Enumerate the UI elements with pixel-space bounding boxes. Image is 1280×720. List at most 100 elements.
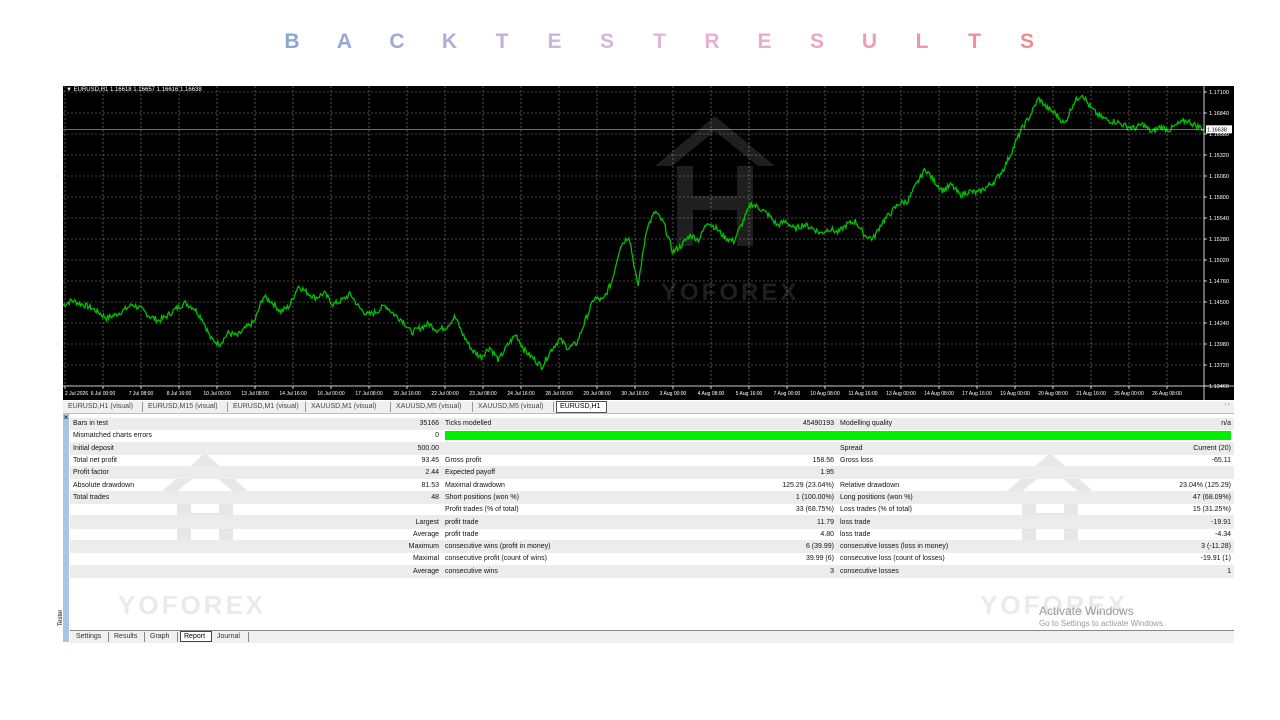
table-cell: Initial deposit [70,442,370,455]
table-cell: Maximal [370,552,442,566]
time-tick-label: 19 Aug 00:00 [1000,391,1030,397]
table-cell: -19.91 [1037,515,1234,529]
table-cell: Maximal drawdown [442,478,682,492]
table-cell [70,552,370,566]
price-tick-label: 1.15800 [1209,195,1229,201]
table-row: Total trades 48 Short positions (won %) 1 (… [70,491,1234,505]
table-cell: 4.80 [682,528,837,541]
table-row: Bars in test 35166 Ticks modelled 45490193 M… [70,418,1234,431]
table-cell: 33 (68.75%) [682,503,837,517]
table-cell: consecutive losses (loss in money) [837,540,1037,554]
time-tick-label: 4 Aug 08:00 [698,391,725,397]
page-title: BACKTESTRESULTS [0,30,1280,58]
table-cell: 0 [370,429,442,443]
title-letter: T [968,30,981,53]
tab-scroll-arrows[interactable]: ‹ › [1224,402,1230,408]
table-cell: profit trade [442,515,682,529]
table-cell: Profit trades (% of total) [442,503,682,517]
table-cell: 1 (100.00%) [682,491,837,505]
time-tick-label: 17 Jul 08:00 [355,391,382,397]
time-tick-label: 14 Jul 16:00 [279,391,306,397]
table-cell: Total trades [70,491,370,505]
tester-tab-graph[interactable]: Graph [147,632,178,642]
chart-watermark-logo-icon: YOFOREX [655,116,796,306]
tester-tab-settings[interactable]: Settings [73,632,109,642]
time-tick-label: 11 Aug 16:00 [848,391,877,397]
table-cell: 3 (-11.28) [1037,540,1234,554]
time-tick-label: 5 Aug 16:00 [736,391,763,397]
table-cell: Bars in test [70,418,370,431]
table-cell [70,565,370,578]
time-tick-label: 17 Aug 16:00 [962,391,992,397]
chart-tab[interactable]: XAUUSD,M5 (visual) [393,402,473,412]
table-cell [70,540,370,554]
time-tick-label: 30 Jul 16:00 [621,391,648,397]
chart-tab[interactable]: XAUUSD,M5 (visual) [475,402,554,412]
chart-tab[interactable]: EURUSD,H1 (visual) [65,402,143,412]
table-cell: 48 [370,491,442,505]
time-tick-label: 29 Jul 08:00 [583,391,610,397]
time-tick-label: 8 Jul 16:00 [167,391,192,397]
table-row: Maximum consecutive wins (profit in money… [70,540,1234,554]
time-tick-label: 23 Jul 08:00 [469,391,496,397]
price-tick-label: 1.16060 [1209,174,1229,180]
time-tick-label: 7 Aug 00:00 [774,391,801,397]
table-cell: n/a [1037,418,1234,431]
chart-symbol-info: ▼ EURUSD,H1 1.16618 1.16657 1.16616 1.16… [66,87,202,93]
chart-tab[interactable]: EURUSD,M15 (visual) [145,402,228,412]
table-cell: consecutive wins (profit in money) [442,540,682,554]
title-letter: E [547,30,562,53]
tester-sidebar [63,414,69,642]
time-tick-label: 16 Jul 00:00 [317,391,344,397]
price-tick-label: 1.13720 [1209,363,1229,369]
table-cell: 500.00 [370,442,442,455]
table-cell [682,442,837,455]
table-cell: 45490193 [682,418,837,431]
chart-grid [63,86,1204,387]
tester-tab-results[interactable]: Results [111,632,145,642]
tester-tab-journal[interactable]: Journal [214,632,249,642]
chart-tab[interactable]: XAUUSD,M1 (visual) [308,402,391,412]
table-cell [1037,466,1234,480]
close-icon[interactable]: × [63,414,69,422]
table-cell: 125.29 (23.04%) [682,478,837,492]
table-cell: Spread [837,442,1037,455]
time-tick-label: 22 Jul 00:00 [431,391,458,397]
table-row: Profit factor 2.44 Expected payoff 1.95 [70,466,1234,480]
time-tick-label: 24 Jul 16:00 [507,391,534,397]
chart-tab[interactable]: EURUSD,M1 (visual) [230,402,306,412]
tester-label: Tester [58,609,64,626]
time-tick-label: 13 Jul 08:00 [241,391,268,397]
title-letter: T [653,30,666,53]
table-row: Average profit trade 4.80 loss trade -4.34 [70,528,1234,541]
price-series-line [63,94,1205,371]
chart-tab[interactable]: EURUSD,H1 [556,401,607,413]
report-panel: YOFOREX YOFOREX Bars in test 35166 Ticks m… [70,418,1234,630]
title-letter: B [284,30,300,53]
title-letter: L [915,30,929,53]
time-tick-label: 28 Jul 00:00 [545,391,572,397]
table-cell [442,442,682,455]
price-chart[interactable]: YOFOREX 1.17100 1.16840 1.16580 1.16320 1.160… [63,86,1234,400]
table-cell [837,466,1037,480]
table-cell: 1.95 [682,466,837,480]
chart-canvas: YOFOREX1.171001.168401.165801.163201.160… [63,86,1234,400]
table-cell: 158.56 [682,454,837,468]
table-cell [70,503,370,517]
table-row: Average consecutive wins 3 consecutive loss… [70,565,1234,578]
time-tick-label: 14 Aug 08:00 [924,391,954,397]
table-cell: Modelling quality [837,418,1037,431]
table-cell: Average [370,565,442,578]
price-tick-label: 1.14240 [1209,321,1229,327]
title-letter: U [861,30,878,53]
price-tick-label: 1.13460 [1209,384,1229,390]
table-cell: Loss trades (% of total) [837,503,1037,517]
table-cell: consecutive wins [442,565,682,578]
tester-tab-report[interactable]: Report [180,631,212,642]
table-cell: 11.79 [682,515,837,529]
title-letter: S [599,30,614,53]
price-tick-label: 1.16320 [1209,153,1229,159]
title-letter: T [495,30,509,53]
table-cell: 1 [1037,565,1234,578]
table-cell: Gross loss [837,454,1037,468]
